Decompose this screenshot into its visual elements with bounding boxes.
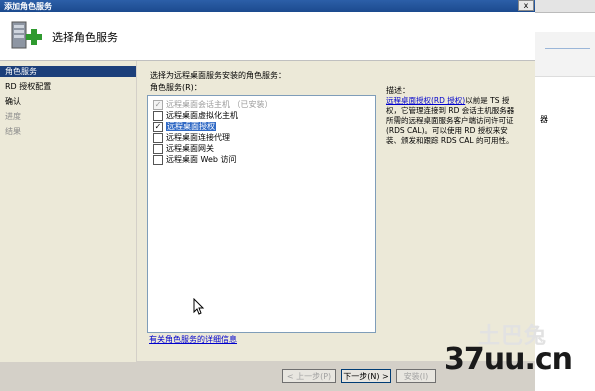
service-label: 远程桌面虚拟化主机 xyxy=(166,111,238,120)
nav-item-results: 结果 xyxy=(5,127,21,136)
background-window-link-fragment: 器 xyxy=(540,115,548,124)
install-button[interactable]: 安装(I) xyxy=(396,369,436,383)
list-item[interactable]: 远程桌面网关 xyxy=(166,143,214,154)
background-divider xyxy=(545,48,590,49)
nav-item-confirm[interactable]: 确认 xyxy=(0,96,136,107)
description-link[interactable]: 远程桌面授权(RD 授权) xyxy=(386,96,465,105)
page-title: 选择角色服务 xyxy=(52,31,118,44)
instruction-text: 选择为远程桌面服务安装的角色服务： xyxy=(150,71,286,80)
checkbox-licensing[interactable]: ✓ xyxy=(153,122,163,132)
mouse-cursor-icon xyxy=(193,298,205,315)
role-services-label: 角色服务(R)： xyxy=(150,83,202,92)
checkbox-web-access[interactable] xyxy=(153,155,163,165)
watermark-text: 37uu.cn xyxy=(444,342,573,377)
service-label: 远程桌面 Web 访问 xyxy=(166,155,237,164)
nav-item-role-services[interactable]: 角色服务 xyxy=(0,66,136,77)
list-item[interactable]: 远程桌面授权 xyxy=(166,121,216,132)
service-label: 远程桌面会话主机 （已安装） xyxy=(166,100,273,109)
list-item: 远程桌面会话主机 （已安装） xyxy=(166,99,273,110)
close-button[interactable]: x xyxy=(518,0,534,11)
description-label: 描述： xyxy=(386,86,410,95)
previous-button[interactable]: < 上一步(P) xyxy=(282,369,336,383)
more-info-link[interactable]: 有关角色服务的详细信息 xyxy=(149,334,237,345)
service-label: 远程桌面连接代理 xyxy=(166,133,230,142)
service-label: 远程桌面网关 xyxy=(166,144,214,153)
role-services-list[interactable]: ✓ 远程桌面会话主机 （已安装） 远程桌面虚拟化主机 ✓ 远程桌面授权 远程桌面… xyxy=(147,95,376,333)
title-bar: 添加角色服务 xyxy=(0,0,535,12)
nav-item-rd-licensing[interactable]: RD 授权配置 xyxy=(0,81,136,92)
service-label: 远程桌面授权 xyxy=(166,122,216,131)
list-item[interactable]: 远程桌面虚拟化主机 xyxy=(166,110,238,121)
list-item[interactable]: 远程桌面连接代理 xyxy=(166,132,230,143)
server-add-icon xyxy=(11,21,42,49)
checkbox-virtualization-host[interactable] xyxy=(153,111,163,121)
list-item[interactable]: 远程桌面 Web 访问 xyxy=(166,154,237,165)
background-window-panel xyxy=(535,32,595,77)
description-text: 远程桌面授权(RD 授权)以前是 TS 授权，它管理连接到 RD 会话主机服务器… xyxy=(386,96,520,146)
window-title: 添加角色服务 xyxy=(4,2,52,11)
dialog-header: 选择角色服务 xyxy=(0,12,535,61)
background-window-toolbar xyxy=(535,0,595,13)
checkbox-session-host: ✓ xyxy=(153,100,163,110)
checkbox-gateway[interactable] xyxy=(153,144,163,154)
next-button[interactable]: 下一步(N) > xyxy=(341,369,391,383)
checkbox-connection-broker[interactable] xyxy=(153,133,163,143)
nav-item-progress: 进度 xyxy=(5,112,21,121)
wizard-nav: 角色服务 RD 授权配置 确认 进度 结果 xyxy=(0,61,136,391)
